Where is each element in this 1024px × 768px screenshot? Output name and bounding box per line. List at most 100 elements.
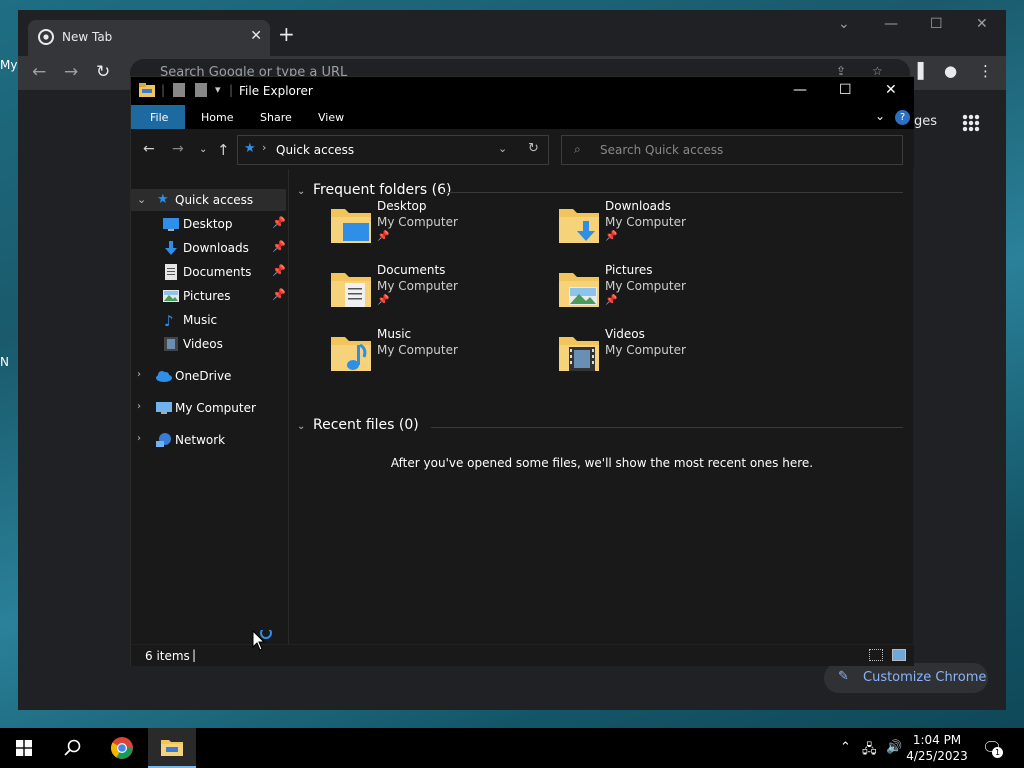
profile-icon[interactable]: ● (944, 62, 957, 80)
minimize-icon[interactable]: — (793, 82, 807, 98)
collapsed-chevron-icon[interactable]: › (137, 369, 141, 380)
large-icons-view-icon[interactable] (892, 649, 906, 661)
customize-chrome-button[interactable]: ✎ Customize Chrome (824, 663, 988, 693)
star-icon: ★ (244, 141, 256, 156)
nav-item-videos[interactable]: Videos (131, 333, 286, 355)
folder-tile-desktop[interactable]: Desktop My Computer 📌 (331, 199, 551, 259)
nav-item-documents[interactable]: Documents 📌 (131, 261, 286, 283)
group-collapse-chevron-icon[interactable]: ⌄ (297, 421, 305, 432)
tab-view[interactable]: View (318, 111, 344, 124)
tab-file[interactable]: File (131, 105, 185, 129)
desktop-icon (163, 218, 179, 231)
group-title: Frequent folders (6) (313, 182, 452, 198)
start-button[interactable] (0, 728, 48, 768)
help-icon[interactable]: ? (895, 110, 910, 125)
folder-name: Documents (377, 263, 446, 277)
chrome-tab[interactable]: New Tab ✕ (28, 20, 270, 56)
collapsed-chevron-icon[interactable]: › (137, 433, 141, 444)
close-icon[interactable]: ✕ (885, 82, 897, 98)
forward-arrow-icon[interactable]: → (172, 141, 184, 157)
nav-item-label: My Computer (175, 401, 256, 415)
onedrive-icon (156, 371, 172, 382)
folder-location: My Computer (377, 343, 458, 357)
folder-tile-videos[interactable]: Videos My Computer (559, 327, 779, 387)
chrome-tab-strip: New Tab ✕ + ⌄ — ☐ ✕ (18, 10, 1006, 56)
explorer-titlebar[interactable]: | ▾ | File Explorer — ☐ ✕ (131, 77, 914, 105)
pin-icon: 📌 (377, 295, 390, 306)
nav-item-onedrive[interactable]: › OneDrive (131, 365, 286, 387)
collapsed-chevron-icon[interactable]: › (137, 401, 141, 412)
chrome-icon (111, 737, 133, 759)
nav-item-pictures[interactable]: Pictures 📌 (131, 285, 286, 307)
pin-icon[interactable]: 📌 (272, 288, 286, 301)
folder-name: Videos (605, 327, 645, 341)
folder-location: My Computer (605, 279, 686, 293)
close-icon[interactable]: ✕ (976, 16, 988, 32)
show-hidden-icons-chevron-icon[interactable]: ⌃ (840, 740, 851, 755)
music-icon: ♪ (164, 312, 174, 330)
search-button[interactable] (48, 728, 96, 768)
item-count: 6 items (145, 649, 190, 663)
nav-quick-access[interactable]: ⌄ ★ Quick access (131, 189, 286, 211)
desktop-icon-label[interactable]: N (0, 355, 9, 369)
customize-qat-icon[interactable]: ▾ (215, 83, 221, 96)
back-arrow-icon[interactable]: ← (32, 62, 46, 82)
nav-item-label: Desktop (183, 217, 233, 231)
chrome-menu-icon[interactable]: ⋮ (978, 62, 993, 80)
back-arrow-icon[interactable]: ← (143, 141, 155, 157)
tab-home[interactable]: Home (201, 111, 233, 124)
images-link[interactable]: ges (914, 114, 937, 129)
chrome-tab-close-icon[interactable]: ✕ (250, 28, 262, 44)
chrome-tab-title: New Tab (62, 30, 113, 44)
network-status-icon[interactable]: 🖧 (862, 740, 877, 762)
nav-item-network[interactable]: › Network (131, 429, 286, 451)
maximize-icon[interactable]: ☐ (839, 82, 852, 98)
clock[interactable]: 1:04 PM 4/25/2023 (904, 732, 970, 764)
documents-icon (165, 264, 177, 280)
pin-icon[interactable]: 📌 (272, 240, 286, 253)
up-arrow-icon[interactable]: ↑ (217, 141, 230, 159)
folder-tile-documents[interactable]: Documents My Computer 📌 (331, 263, 551, 323)
google-apps-icon[interactable] (962, 114, 980, 132)
pin-icon[interactable]: 📌 (272, 216, 286, 229)
nav-item-desktop[interactable]: Desktop 📌 (131, 213, 286, 235)
notification-badge: 1 (992, 747, 1003, 758)
content-pane: ⌄ Frequent folders (6) Desktop My Comput… (291, 169, 913, 644)
taskbar-file-explorer-button[interactable] (148, 728, 196, 768)
nav-item-downloads[interactable]: Downloads 📌 (131, 237, 286, 259)
search-placeholder: Search Quick access (600, 143, 724, 157)
address-bar[interactable]: ★ › Quick access ⌄ ↻ (237, 135, 549, 165)
details-view-icon[interactable] (869, 649, 883, 661)
forward-arrow-icon[interactable]: → (64, 62, 78, 82)
nav-item-label: Music (183, 313, 218, 327)
folder-tile-music[interactable]: Music My Computer (331, 327, 551, 387)
music-folder-icon (331, 337, 371, 371)
action-center-button[interactable]: 🗨 1 (982, 738, 1003, 758)
nav-item-label: OneDrive (175, 369, 232, 383)
nav-item-music[interactable]: ♪ Music (131, 309, 286, 331)
maximize-icon[interactable]: ☐ (930, 16, 943, 32)
expanded-chevron-icon[interactable]: ⌄ (137, 193, 146, 206)
pencil-icon: ✎ (838, 669, 849, 684)
nav-item-my-computer[interactable]: › My Computer (131, 397, 286, 419)
search-icon (64, 739, 81, 756)
properties-icon[interactable] (173, 83, 185, 97)
folder-tile-downloads[interactable]: Downloads My Computer 📌 (559, 199, 779, 259)
refresh-icon[interactable]: ↻ (528, 141, 539, 156)
address-dropdown-chevron-icon[interactable]: ⌄ (498, 142, 507, 155)
tab-share[interactable]: Share (260, 111, 292, 124)
volume-icon[interactable]: 🔊 (886, 740, 902, 755)
new-folder-icon[interactable] (195, 83, 207, 97)
recent-locations-chevron-icon[interactable]: ⌄ (199, 144, 207, 155)
expand-ribbon-chevron-icon[interactable]: ⌄ (875, 109, 885, 123)
taskbar-chrome-button[interactable] (98, 728, 146, 768)
folder-tile-pictures[interactable]: Pictures My Computer 📌 (559, 263, 779, 323)
new-tab-button[interactable]: + (278, 24, 295, 44)
group-collapse-chevron-icon[interactable]: ⌄ (297, 186, 305, 197)
desktop-icon-label[interactable]: My (0, 58, 17, 72)
pin-icon[interactable]: 📌 (272, 264, 286, 277)
minimize-icon[interactable]: — (884, 16, 898, 32)
tab-search-chevron-icon[interactable]: ⌄ (838, 16, 850, 32)
search-box[interactable]: ⌕ Search Quick access (561, 135, 903, 165)
reload-icon[interactable]: ↻ (96, 62, 110, 82)
